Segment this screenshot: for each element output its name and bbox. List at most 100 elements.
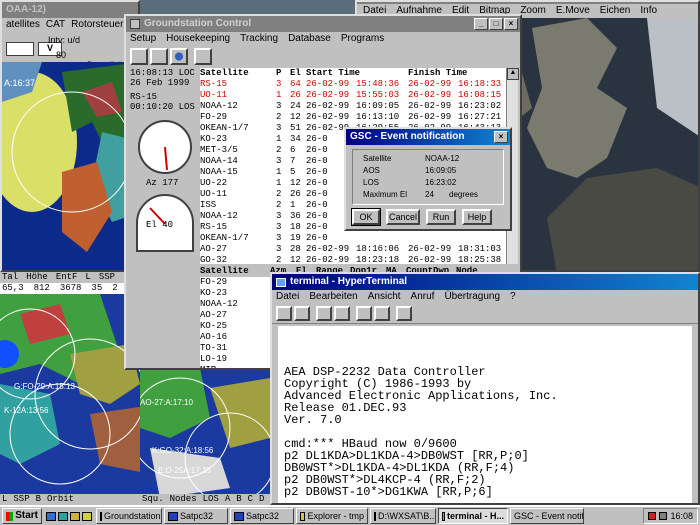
menu-housekeeping[interactable]: Housekeeping	[166, 33, 230, 45]
tool-icon[interactable]	[194, 48, 212, 65]
schedule-cell: 3	[276, 222, 282, 232]
schedule-cell: 24	[290, 101, 301, 111]
minimize-button[interactable]: _	[474, 18, 488, 30]
aos-label: AOS	[363, 166, 380, 175]
task-label: GSC - Event notifi...	[514, 511, 584, 521]
schedule-cell: 15:55:03	[356, 90, 400, 100]
outlook-icon[interactable]	[82, 511, 92, 521]
schedule-cell: 26-02-99	[306, 255, 350, 264]
menu-satellites[interactable]: atellites	[6, 19, 40, 31]
gsc-menu: Setup Housekeeping Tracking Database Pro…	[126, 32, 520, 46]
schedule-row[interactable]: RS-15 3 64 26-02-99 15:48:36 26-02-99 16:18:33	[200, 79, 506, 90]
schedule-cell: 1	[276, 167, 282, 177]
schedule-cell: 1	[276, 134, 282, 144]
schedule-row[interactable]: OKEAN-1/7 3 19 26-0	[200, 233, 506, 244]
schedule-cell: GO-32	[200, 255, 228, 264]
task-groundstation[interactable]: Groundstation...	[96, 508, 162, 524]
start-button[interactable]: Start	[2, 508, 42, 524]
network-icon[interactable]	[648, 512, 657, 520]
schedule-cell: UO-11	[200, 189, 228, 199]
maximize-button[interactable]: □	[489, 18, 503, 30]
menu-programs[interactable]: Programs	[341, 33, 384, 45]
schedule-cell: OKEAN-1/7	[200, 123, 249, 133]
schedule-row[interactable]: UO-11 1 26 26-02-99 15:55:03 26-02-99 16:08:15	[200, 90, 506, 101]
desktop-icon[interactable]	[58, 511, 68, 521]
schedule-cell: 16:18:33	[458, 79, 502, 89]
schedule-cell: 3	[276, 233, 282, 243]
schedule-row[interactable]: NOAA-12 3 24 26-02-99 16:09:05 26-02-99 16:23:…	[200, 101, 506, 112]
schedule-cell: 5	[290, 167, 296, 177]
menu-tracking[interactable]: Tracking	[240, 33, 278, 45]
close-button[interactable]: ×	[504, 18, 518, 30]
help-button[interactable]: Help	[462, 209, 492, 225]
menu-bearbeiten[interactable]: Bearbeiten	[309, 291, 357, 303]
explorer-icon[interactable]	[70, 511, 80, 521]
intv-value[interactable]: 80	[56, 50, 66, 60]
connect-icon[interactable]	[316, 306, 332, 321]
menu-emove[interactable]: E.Move	[556, 5, 590, 17]
los-value: 16:23:02	[425, 178, 457, 187]
menu-help[interactable]: ?	[510, 291, 516, 303]
menu-ansicht[interactable]: Ansicht	[368, 291, 401, 303]
schedule-cell: 26-02-99	[408, 112, 452, 122]
menu-database[interactable]: Database	[288, 33, 331, 45]
gsc-titlebar[interactable]: Groundstation Control _ □ ×	[126, 16, 520, 32]
menu-info[interactable]: Info	[640, 5, 657, 17]
task-satpc32-1[interactable]: Satpc32	[164, 508, 228, 524]
task-wxsat[interactable]: D:\WXSAT\B...	[370, 508, 436, 524]
task-terminal[interactable]: terminal - H...	[438, 508, 508, 524]
schedule-cell: 2	[276, 145, 282, 155]
task-explorer[interactable]: Explorer - tmp	[296, 508, 368, 524]
menu-eichen[interactable]: Eichen	[600, 5, 631, 17]
strip-bottom-right: Squ. Nodes LOS ABCD	[140, 494, 270, 505]
speaker-icon[interactable]	[659, 512, 668, 520]
picture-window-titlebar[interactable]	[357, 2, 698, 4]
new-icon[interactable]	[276, 306, 292, 321]
properties-icon[interactable]	[396, 306, 412, 321]
schedule-cell: 19	[290, 233, 301, 243]
ie-icon[interactable]	[46, 511, 56, 521]
schedule-cell: 26-02-99	[408, 244, 452, 254]
run-button[interactable]: Run	[426, 209, 456, 225]
close-button[interactable]: ×	[494, 131, 508, 143]
menu-uebertragung[interactable]: Übertragung	[444, 291, 500, 303]
schedule-cell: RS-15	[200, 222, 228, 232]
maxel-label: Maximum El	[363, 190, 408, 199]
disk-icon[interactable]	[150, 48, 168, 65]
terminal-screen[interactable]: AEA DSP-2232 Data Controller Copyright (C…	[278, 326, 692, 503]
schedule-cell: 26	[290, 189, 301, 199]
cancel-button[interactable]: Cancel	[386, 209, 420, 225]
menu-datei[interactable]: Datei	[276, 291, 299, 303]
event-titlebar[interactable]: GSC - Event notification ×	[346, 129, 510, 145]
send-icon[interactable]	[356, 306, 372, 321]
field-a[interactable]	[6, 42, 34, 56]
map-label-go32b: K:GO-32:A:18:56	[152, 446, 214, 455]
ok-button[interactable]: OK	[351, 208, 381, 226]
task-gsc-event[interactable]: GSC - Event notifi...	[510, 508, 584, 524]
schedule-cell: 26-02-99	[306, 112, 350, 122]
open-icon[interactable]	[294, 306, 310, 321]
scroll-up-arrow[interactable]: ▲	[507, 68, 519, 80]
noaa-window-titlebar[interactable]: OAA-12)	[2, 2, 138, 18]
schedule-row[interactable]: AO-27 3 28 26-02-99 18:16:06 26-02-99 18:31:03	[200, 244, 506, 255]
menu-cat[interactable]: CAT	[46, 19, 65, 31]
quicklaunch	[46, 511, 92, 521]
schedule-cell: 1	[290, 200, 296, 210]
task-label: D:\WXSAT\B...	[378, 511, 436, 521]
schedule-cell: 3	[276, 101, 282, 111]
receive-icon[interactable]	[374, 306, 390, 321]
task-satpc32-2[interactable]: Satpc32	[230, 508, 294, 524]
terminal-icon	[276, 277, 286, 287]
menu-zoom[interactable]: Zoom	[520, 5, 546, 17]
schedule-header: Satellite P El Start Time Finish Time	[200, 68, 468, 78]
globe-icon[interactable]	[170, 48, 188, 65]
schedule-row[interactable]: FO-29 2 12 26-02-99 16:13:10 26-02-99 16:27:21	[200, 112, 506, 123]
disconnect-icon[interactable]	[334, 306, 350, 321]
map-label-a: A:16:37	[4, 78, 36, 88]
menu-anruf[interactable]: Anruf	[411, 291, 435, 303]
menu-setup[interactable]: Setup	[130, 33, 156, 45]
terminal-titlebar[interactable]: terminal - HyperTerminal	[272, 274, 698, 290]
printer-icon[interactable]	[130, 48, 148, 65]
schedule-row[interactable]: GO-32 2 12 26-02-99 18:23:18 26-02-99 18:25:38	[200, 255, 506, 264]
hyperterminal-window: terminal - HyperTerminal Datei Bearbeite…	[270, 272, 700, 505]
